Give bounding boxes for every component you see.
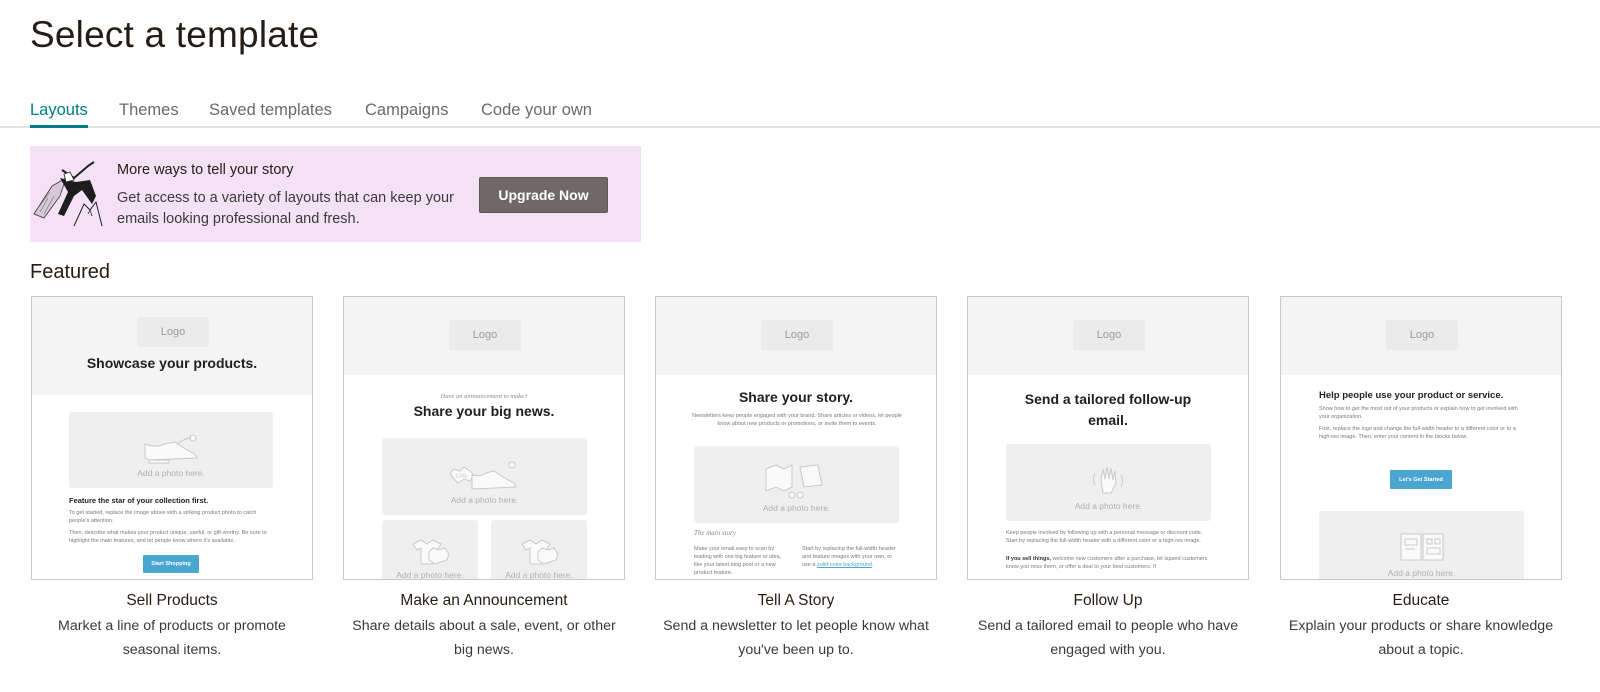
preview-headline: Send a tailored follow-up email.: [1024, 391, 1192, 428]
upgrade-now-button[interactable]: Upgrade Now: [479, 177, 608, 213]
preview-headline: Share your big news.: [413, 403, 555, 419]
template-preview[interactable]: Logo Send a tailored follow-up email. Ad…: [967, 296, 1249, 580]
template-description: Explain your products or share knowledge…: [1288, 618, 1554, 658]
template-name[interactable]: Sell Products: [31, 592, 313, 610]
logo-placeholder: Logo: [1386, 320, 1458, 350]
upgrade-promo-banner: More ways to tell your story Get access …: [30, 146, 641, 242]
preview-headline: Help people use your product or service.: [1319, 390, 1504, 401]
template-name[interactable]: Make an Announcement: [343, 592, 625, 610]
preview-paragraph: Show how to get the most out of your pro…: [1319, 406, 1518, 420]
promo-title: More ways to tell your story: [117, 162, 294, 178]
preview-headline: Showcase your products.: [86, 355, 258, 371]
shoe-icon: [144, 434, 198, 464]
photo-placeholder: 10% Add a photo here.: [382, 438, 587, 515]
preview-column-1: Make your email easy to scan by leading …: [694, 546, 782, 576]
template-description: Share details about a sale, event, or ot…: [352, 618, 616, 658]
waving-hand-icon: [1092, 466, 1123, 494]
template-name[interactable]: Follow Up: [967, 592, 1249, 610]
tab-code-your-own[interactable]: Code your own: [481, 101, 592, 128]
template-card-make-an-announcement[interactable]: Logo Have an announcement to make? Share…: [343, 296, 625, 662]
logo-placeholder: Logo: [449, 320, 521, 350]
logo-placeholder: Logo: [761, 320, 833, 350]
logo-placeholder: Logo: [137, 317, 209, 347]
travel-icon: [765, 464, 823, 499]
photo-placeholder: Add a photo here.: [69, 412, 273, 488]
photo-label: Add a photo here.: [762, 503, 831, 513]
shirt-sale-icon: [521, 539, 559, 565]
tab-campaigns[interactable]: Campaigns: [365, 101, 448, 128]
preview-intro: Newsletters keep people engaged with you…: [692, 413, 902, 427]
preview-paragraph: To get started, replace the image above …: [69, 510, 257, 524]
preview-kicker: Have an announcement to make?: [440, 393, 528, 400]
template-description: Market a line of products or promote sea…: [58, 618, 286, 658]
preview-paragraph: Keep people involved by following up wit…: [1006, 530, 1203, 544]
book-icon: [1400, 533, 1443, 561]
promo-text: Get access to a variety of layouts that …: [117, 190, 454, 227]
svg-text:10%: 10%: [455, 474, 468, 480]
template-card-tell-a-story[interactable]: Logo Share your story. Newsletters keep …: [655, 296, 937, 662]
superhero-illustration-icon: [33, 161, 103, 227]
template-card-follow-up[interactable]: Logo Send a tailored follow-up email. Ad…: [967, 296, 1249, 662]
photo-placeholder: Add a photo here.: [1319, 511, 1524, 579]
preview-column-2: Start by replacing the full-width header…: [802, 546, 896, 568]
photo-label: Add a photo here.: [1074, 501, 1143, 511]
photo-label: Add a photo here.: [137, 468, 205, 478]
tab-saved-templates[interactable]: Saved templates: [209, 101, 332, 128]
tab-themes[interactable]: Themes: [119, 101, 179, 128]
template-preview[interactable]: Logo Have an announcement to make? Share…: [343, 296, 625, 580]
template-card-educate[interactable]: Logo Help people use your product or ser…: [1280, 296, 1562, 662]
template-preview[interactable]: Logo Share your story. Newsletters keep …: [655, 296, 937, 580]
logo-placeholder: Logo: [1073, 320, 1145, 350]
template-name[interactable]: Tell A Story: [655, 592, 937, 610]
preview-subheading: Feature the star of your collection firs…: [69, 496, 209, 505]
template-preview[interactable]: Logo Help people use your product or ser…: [1280, 296, 1562, 580]
photo-label: Add a photo here.: [450, 495, 519, 505]
photo-label: Add a photo here.: [1387, 568, 1456, 578]
preview-cta-button: Let's Get Started: [1390, 470, 1452, 489]
preview-headline: Share your story.: [738, 389, 854, 405]
photo-placeholder: Add a photo here.: [1006, 444, 1211, 521]
photo-label: Add a photo here.: [396, 570, 464, 580]
preview-paragraph: Then, describe what makes your product u…: [69, 530, 267, 544]
photo-placeholder: Add a photo here.: [694, 446, 899, 523]
photo-label: Add a photo here.: [505, 570, 573, 580]
featured-heading: Featured: [30, 261, 111, 283]
preview-paragraph: First, replace the logo and change the f…: [1319, 426, 1516, 440]
template-card-sell-products[interactable]: Logo Showcase your products. Add a photo…: [31, 296, 313, 662]
page-title: Select a template: [30, 14, 320, 55]
template-tabs: Layouts Themes Saved templates Campaigns…: [0, 98, 1600, 128]
tab-layouts[interactable]: Layouts: [30, 101, 88, 128]
template-description: Send a tailored email to people who have…: [977, 618, 1239, 658]
photo-placeholder: Add a photo here.: [491, 520, 587, 580]
preview-story-title: The main story: [694, 529, 736, 537]
shirt-sale-icon: [412, 539, 450, 565]
template-name[interactable]: Educate: [1280, 592, 1562, 610]
template-preview[interactable]: Logo Showcase your products. Add a photo…: [31, 296, 313, 580]
shoe-sale-icon: 10%: [448, 461, 517, 490]
photo-placeholder: Add a photo here.: [382, 520, 478, 580]
template-description: Send a newsletter to let people know wha…: [663, 618, 929, 658]
preview-cta-button: Start Shopping: [143, 555, 199, 573]
preview-paragraph: If you sell things, welcome new customer…: [1006, 556, 1208, 570]
